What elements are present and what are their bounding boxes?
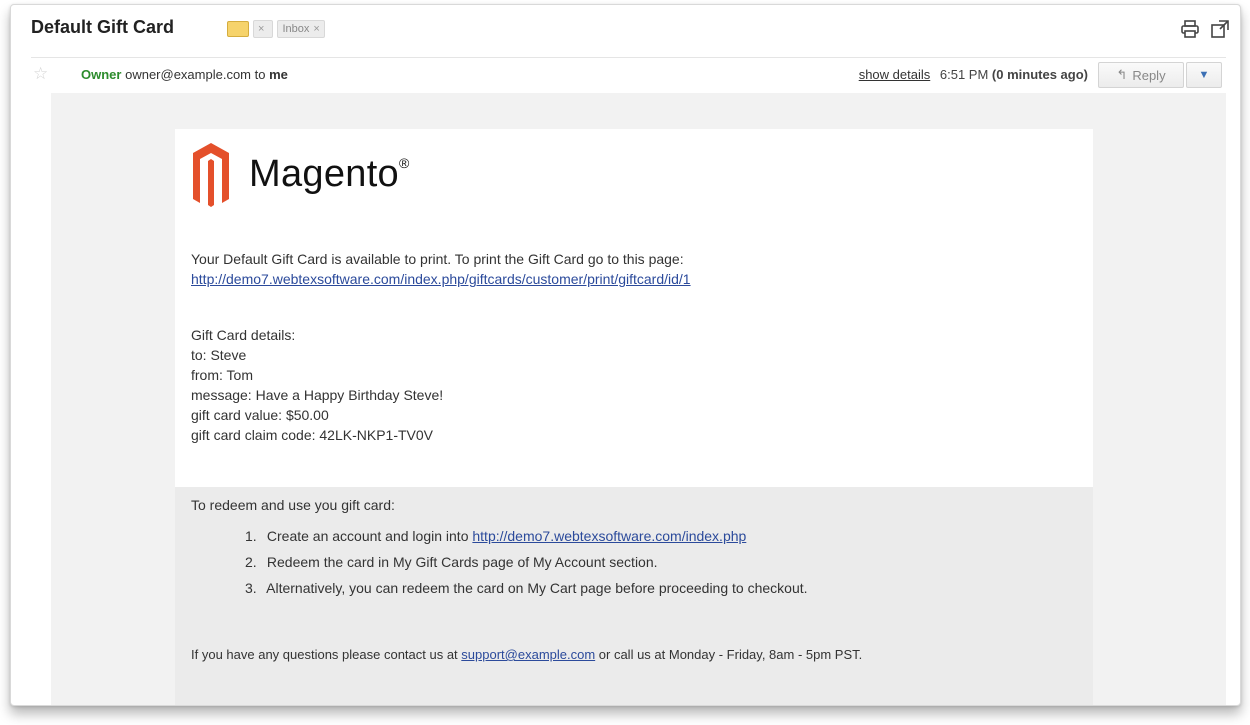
message-meta: show details 6:51 PM (0 minutes ago): [859, 67, 1088, 82]
message-time: 6:51 PM: [939, 67, 989, 82]
details-to: to: Steve: [191, 347, 247, 363]
folder-icon[interactable]: [227, 21, 249, 37]
remove-label-icon[interactable]: ×: [258, 23, 264, 35]
gift-card-details: Gift Card details: to: Steve from: Tom m…: [191, 325, 443, 445]
new-window-icon[interactable]: [1210, 19, 1230, 39]
magento-logo-icon: [193, 143, 229, 207]
magento-logo: Magento®: [191, 141, 410, 207]
sender-email: owner@example.com: [125, 67, 252, 82]
reply-label: Reply: [1132, 67, 1166, 83]
details-value: gift card value: $50.00: [191, 407, 329, 423]
more-actions-button[interactable]: ▼: [1186, 62, 1222, 88]
remove-label-icon[interactable]: ×: [313, 23, 319, 35]
redeem-steps: 1. Create an account and login into http…: [245, 525, 808, 603]
details-claim-code: gift card claim code: 42LK-NKP1-TV0V: [191, 427, 433, 443]
print-icon[interactable]: [1180, 19, 1200, 39]
contact-line: If you have any questions please contact…: [191, 647, 863, 662]
message-age: (0 minutes ago): [991, 67, 1088, 82]
redeem-section: To redeem and use you gift card: 1. Crea…: [175, 487, 1093, 705]
sender-name[interactable]: Owner: [81, 67, 121, 82]
label-chip-blank[interactable]: ×: [253, 20, 274, 38]
email-window: Default Gift Card × Inbox × ☆ Owner owne…: [10, 4, 1241, 706]
subject-row: Default Gift Card × Inbox ×: [11, 5, 1240, 57]
label-inbox-text: Inbox: [282, 23, 310, 35]
show-details-link[interactable]: show details: [859, 67, 931, 82]
details-message: message: Have a Happy Birthday Steve!: [191, 387, 444, 403]
details-heading: Gift Card details:: [191, 327, 296, 343]
dropdown-arrow-icon: ▼: [1198, 69, 1210, 81]
to-prefix: to: [254, 67, 266, 82]
login-link[interactable]: http://demo7.webtexsoftware.com/index.ph…: [472, 528, 746, 544]
email-body: Magento® Your Default Gift Card is avail…: [51, 93, 1226, 705]
label-chip-inbox[interactable]: Inbox ×: [277, 20, 325, 38]
redeem-step: 3. Alternatively, you can redeem the car…: [245, 580, 808, 596]
magento-wordmark: Magento®: [249, 152, 410, 195]
intro-text: Your Default Gift Card is available to p…: [191, 251, 691, 287]
window-actions: [1180, 19, 1230, 39]
support-email-link[interactable]: support@example.com: [461, 647, 595, 662]
sender-row: ☆ Owner owner@example.com to me show det…: [31, 57, 1226, 92]
redeem-step: 2. Redeem the card in My Gift Cards page…: [245, 554, 658, 570]
reply-icon: ↰: [1116, 67, 1128, 82]
print-gift-card-link[interactable]: http://demo7.webtexsoftware.com/index.ph…: [191, 271, 691, 287]
details-from: from: Tom: [191, 367, 253, 383]
star-icon[interactable]: ☆: [33, 64, 48, 84]
recipient: me: [269, 67, 288, 82]
redeem-step: 1. Create an account and login into http…: [245, 528, 747, 544]
redeem-heading: To redeem and use you gift card:: [191, 497, 395, 513]
label-chips: × Inbox ×: [227, 20, 325, 38]
reply-button[interactable]: ↰ Reply: [1098, 62, 1184, 88]
gift-card-email: Magento® Your Default Gift Card is avail…: [175, 129, 1093, 705]
email-subject: Default Gift Card: [31, 17, 175, 37]
sender-info: Owner owner@example.com to me: [81, 67, 288, 82]
